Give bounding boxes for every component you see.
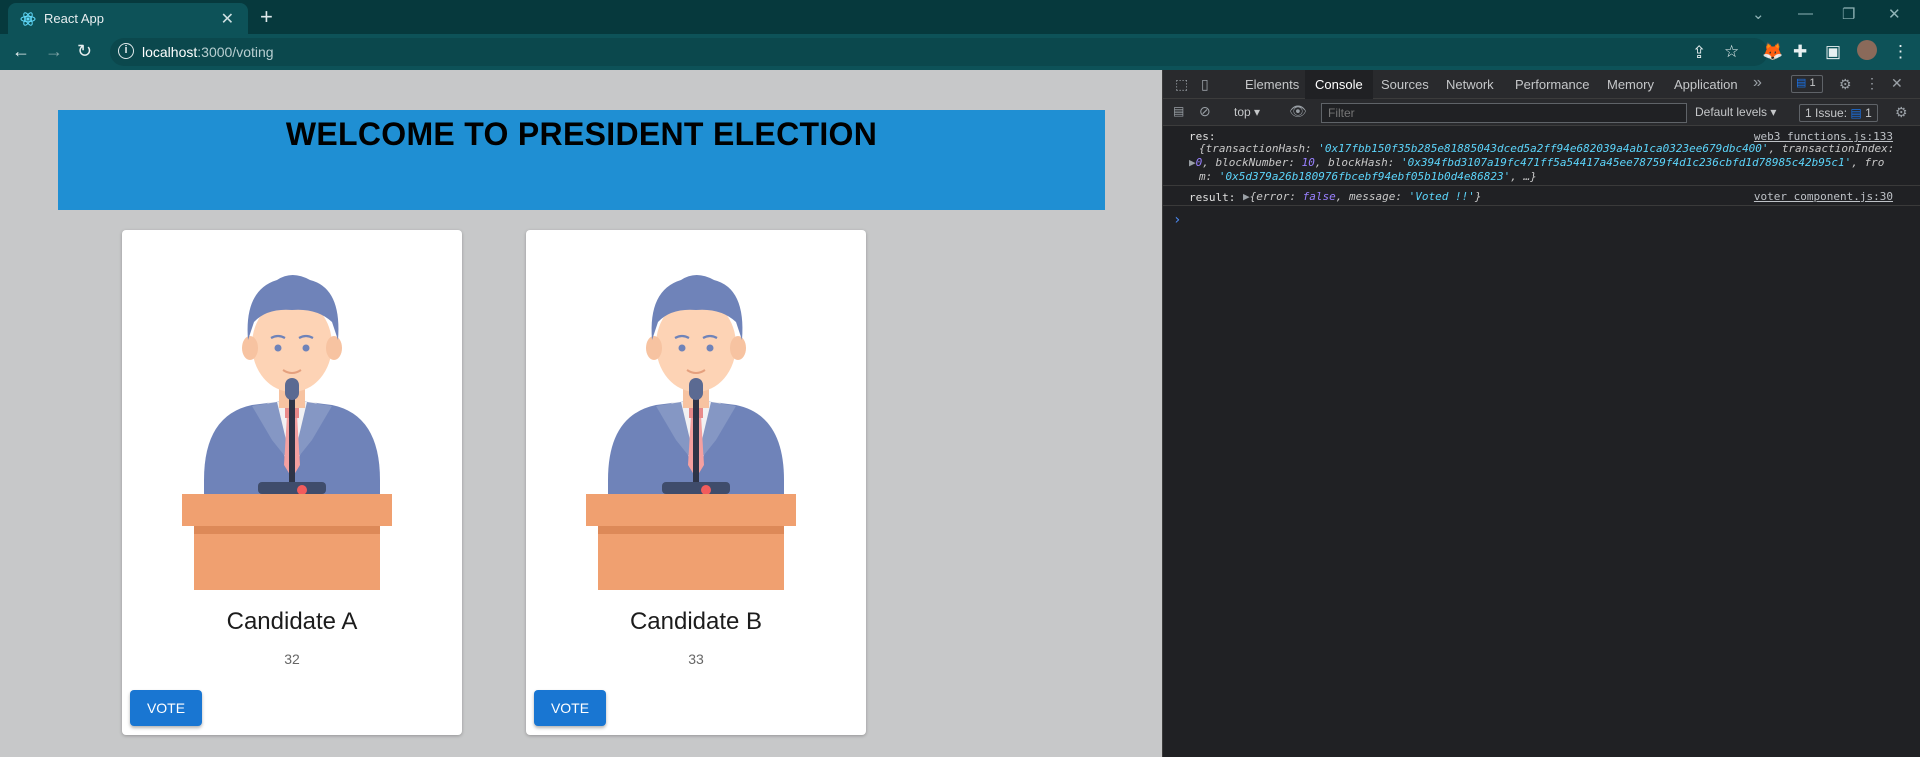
obj-key: blockNumber [1215, 156, 1289, 169]
tab-sources[interactable]: Sources [1381, 77, 1429, 92]
issues-badge[interactable]: 1 Issue: ▤ 1 [1799, 104, 1878, 122]
candidate-name: Candidate B [629, 608, 763, 635]
console-toolbar: ▤ ⊘ top ▾ 👁 Default levels ▾ 1 Issue: ▤ … [1163, 99, 1920, 126]
url-host: localhost [142, 44, 198, 60]
console-settings-icon[interactable]: ⚙ [1895, 104, 1908, 121]
browser-tab[interactable]: React App ✕ [8, 3, 248, 34]
expand-triangle-icon[interactable]: ▶ [1189, 156, 1196, 169]
vote-count: 32 [284, 651, 300, 667]
share-icon[interactable]: ⇪ [1692, 43, 1706, 63]
more-tabs-icon[interactable]: » [1753, 74, 1762, 92]
context-value: top [1234, 105, 1251, 119]
restore-icon[interactable]: ❐ [1842, 5, 1855, 23]
issue-icon: ▤ [1850, 106, 1862, 120]
election-banner: WELCOME TO PRESIDENT ELECTION [58, 110, 1105, 210]
context-selector[interactable]: top ▾ [1234, 105, 1260, 119]
tab-application[interactable]: Application [1674, 77, 1738, 92]
page-content: WELCOME TO PRESIDENT ELECTION Candidate … [0, 70, 1162, 757]
vote-button[interactable]: VOTE [130, 690, 202, 726]
candidate-card: Candidate A 32 VOTE [122, 230, 462, 735]
tab-network[interactable]: Network [1446, 77, 1494, 92]
expand-triangle-icon[interactable]: ▶ [1243, 190, 1250, 203]
issues-count: 1 [1865, 106, 1872, 120]
sidebar-toggle-icon[interactable]: ▤ [1173, 104, 1184, 118]
reload-icon[interactable]: ↻ [77, 41, 92, 62]
address-bar[interactable]: i localhost:3000/voting ⇪ ☆ [110, 38, 1768, 66]
tab-console[interactable]: Console [1305, 70, 1373, 99]
tab-title: React App [44, 11, 104, 26]
chrome-menu-icon[interactable]: ⋮ [1892, 42, 1909, 62]
url-text: localhost:3000/voting [142, 44, 274, 60]
bookmark-star-icon[interactable]: ☆ [1724, 42, 1739, 62]
obj-key: transactionIndex: [1781, 142, 1895, 155]
console-log-entry: result: voter component.js:30 ▶{error: f… [1163, 188, 1920, 206]
candidate-name: Candidate A [226, 608, 358, 635]
obj-value: '0x17fbb150f35b285e81885043dced5a2ff94e6… [1318, 142, 1769, 155]
candidate-illustration [586, 275, 796, 590]
console-prompt[interactable]: › [1173, 212, 1181, 228]
browser-tab-strip: React App ✕ + ⌄ — ❐ ✕ [0, 0, 1920, 34]
messages-badge[interactable]: ▤ 1 [1791, 75, 1823, 93]
messages-count: 1 [1809, 77, 1816, 89]
vote-button[interactable]: VOTE [534, 690, 606, 726]
obj-value: 10 [1301, 156, 1315, 169]
obj-key: blockHash [1328, 156, 1388, 169]
device-toolbar-icon[interactable]: ▯ [1201, 76, 1209, 93]
log-object-line[interactable]: ▶0, blockNumber: 10, blockHash: '0x394fb… [1189, 156, 1884, 169]
devtools-tab-bar: ⬚ ▯ Elements Console Sources Network Per… [1163, 70, 1920, 99]
new-tab-button[interactable]: + [260, 4, 273, 30]
back-arrow-icon[interactable]: ← [12, 41, 30, 62]
react-logo-icon [20, 12, 36, 26]
obj-value: 'Voted !!' [1408, 190, 1475, 203]
devtools-panel: ⬚ ▯ Elements Console Sources Network Per… [1162, 70, 1920, 757]
clear-console-icon[interactable]: ⊘ [1199, 103, 1211, 120]
tab-close-icon[interactable]: ✕ [221, 9, 234, 29]
vote-count: 33 [688, 651, 704, 667]
log-object-line[interactable]: m: '0x5d379a26b180976fbcebf94ebf05b1b0d4… [1199, 170, 1537, 183]
obj-key: m: [1199, 170, 1213, 183]
page-title: WELCOME TO PRESIDENT ELECTION [285, 116, 878, 152]
log-source-link[interactable]: voter component.js:30 [1754, 190, 1893, 203]
log-object-line[interactable]: ▶{error: false, message: 'Voted !!'} [1243, 190, 1481, 203]
obj-value: false [1302, 190, 1336, 203]
tab-search-icon[interactable]: ⌄ [1752, 5, 1765, 23]
console-log-entry: res: web3 functions.js:133 {transactionH… [1163, 128, 1920, 186]
settings-gear-icon[interactable]: ⚙ [1839, 76, 1852, 93]
extensions-puzzle-icon[interactable]: ✚ [1793, 42, 1807, 62]
issues-label: 1 Issue: [1805, 106, 1848, 120]
tab-elements[interactable]: Elements [1245, 77, 1299, 92]
close-devtools-icon[interactable]: ✕ [1891, 75, 1903, 92]
forward-arrow-icon[interactable]: → [45, 41, 63, 62]
log-label: result: [1189, 191, 1236, 204]
obj-tail: , …} [1510, 170, 1537, 183]
tab-memory[interactable]: Memory [1607, 77, 1654, 92]
metamask-extension-icon[interactable]: 🦊 [1762, 42, 1783, 62]
devtools-menu-icon[interactable]: ⋮ [1865, 75, 1879, 92]
side-panel-icon[interactable]: ▣ [1825, 42, 1841, 62]
obj-key: error [1256, 190, 1290, 203]
url-path: :3000/voting [197, 44, 274, 60]
site-info-icon[interactable]: i [118, 43, 134, 59]
obj-key: transactionHash [1205, 142, 1305, 155]
obj-value: 0 [1195, 156, 1203, 169]
message-icon: ▤ [1796, 77, 1807, 89]
obj-key: , fro [1851, 156, 1885, 169]
log-object-line[interactable]: {transactionHash: '0x17fbb150f35b285e818… [1199, 142, 1894, 155]
console-filter-input[interactable] [1321, 103, 1687, 123]
tab-performance[interactable]: Performance [1515, 77, 1589, 92]
live-expression-eye-icon[interactable]: 👁 [1289, 103, 1307, 120]
obj-key: message [1349, 190, 1396, 203]
minimize-icon[interactable]: — [1798, 5, 1813, 22]
log-levels-value: Default levels [1695, 105, 1768, 119]
obj-value: '0x394fbd3107a19fc471ff5a54417a45ee78759… [1400, 156, 1852, 169]
candidate-card: Candidate B 33 VOTE [526, 230, 866, 735]
profile-avatar[interactable] [1857, 40, 1877, 60]
inspect-element-icon[interactable]: ⬚ [1175, 76, 1188, 93]
log-levels-dropdown[interactable]: Default levels ▾ [1695, 105, 1776, 119]
close-window-icon[interactable]: ✕ [1888, 5, 1901, 23]
candidate-illustration [182, 275, 392, 590]
obj-value: '0x5d379a26b180976fbcebf94ebf05b1b0d4e86… [1218, 170, 1511, 183]
browser-toolbar: ← → ↻ i localhost:3000/voting ⇪ ☆ 🦊 ✚ ▣ … [0, 34, 1920, 70]
